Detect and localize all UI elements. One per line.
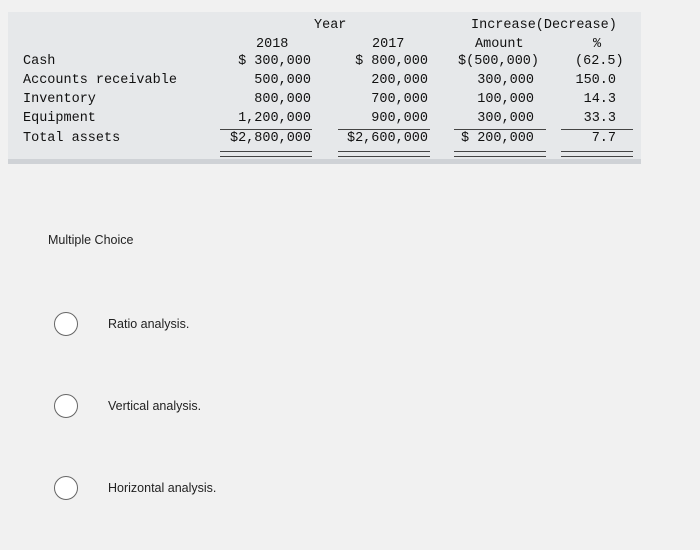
cell-2018: 500,000: [254, 73, 311, 88]
cell-percent: 14.3: [583, 92, 616, 107]
question-type-label: Multiple Choice: [48, 233, 134, 247]
cell-2017-total: $2,600,000: [346, 131, 428, 146]
col-header-percent: %: [593, 37, 602, 52]
total-double-rule-2017: [338, 151, 430, 157]
total-double-rule-percent: [561, 151, 633, 157]
cell-2017: 200,000: [371, 73, 428, 88]
option-label: Horizontal analysis.: [108, 481, 217, 495]
subtotal-rule-percent: [561, 129, 633, 130]
radio-button[interactable]: [54, 476, 78, 500]
row-label-inventory: Inventory: [23, 92, 96, 107]
cell-2018: 1,200,000: [238, 111, 311, 126]
total-double-rule-amount: [454, 151, 546, 157]
col-header-2017: 2017: [372, 37, 405, 52]
cell-2017: 900,000: [371, 111, 428, 126]
cell-percent-total: 7.7: [591, 131, 616, 146]
option-vertical-analysis[interactable]: Vertical analysis.: [54, 391, 654, 421]
subtotal-rule-2018: [220, 129, 312, 130]
increase-decrease-header: Increase(Decrease): [471, 18, 617, 33]
cell-amount: $(500,000): [458, 54, 540, 69]
cell-2017: $ 800,000: [355, 54, 428, 69]
subtotal-rule-2017: [338, 129, 430, 130]
table-bottom-border: [8, 159, 641, 164]
cell-2018: 800,000: [254, 92, 311, 107]
subtotal-rule-amount: [454, 129, 546, 130]
option-label: Ratio analysis.: [108, 317, 190, 331]
col-header-2018: 2018: [256, 37, 289, 52]
row-label-total-assets: Total assets: [23, 131, 121, 146]
row-label-cash: Cash: [23, 54, 56, 69]
cell-percent: 33.3: [583, 111, 616, 126]
cell-percent: (62.5): [575, 54, 624, 69]
row-label-accounts-receivable: Accounts receivable: [23, 73, 177, 88]
radio-button[interactable]: [54, 394, 78, 418]
option-ratio-analysis[interactable]: Ratio analysis.: [54, 309, 654, 339]
option-label: Vertical analysis.: [108, 399, 202, 413]
year-header: Year: [314, 18, 347, 33]
cell-2017: 700,000: [371, 92, 428, 107]
cell-percent: 150.0: [575, 73, 616, 88]
total-double-rule-2018: [220, 151, 312, 157]
cell-2018-total: $2,800,000: [229, 131, 311, 146]
col-header-amount: Amount: [475, 37, 524, 52]
row-label-equipment: Equipment: [23, 111, 96, 126]
option-horizontal-analysis[interactable]: Horizontal analysis.: [54, 473, 654, 503]
radio-button[interactable]: [54, 312, 78, 336]
cell-2018: $ 300,000: [238, 54, 311, 69]
